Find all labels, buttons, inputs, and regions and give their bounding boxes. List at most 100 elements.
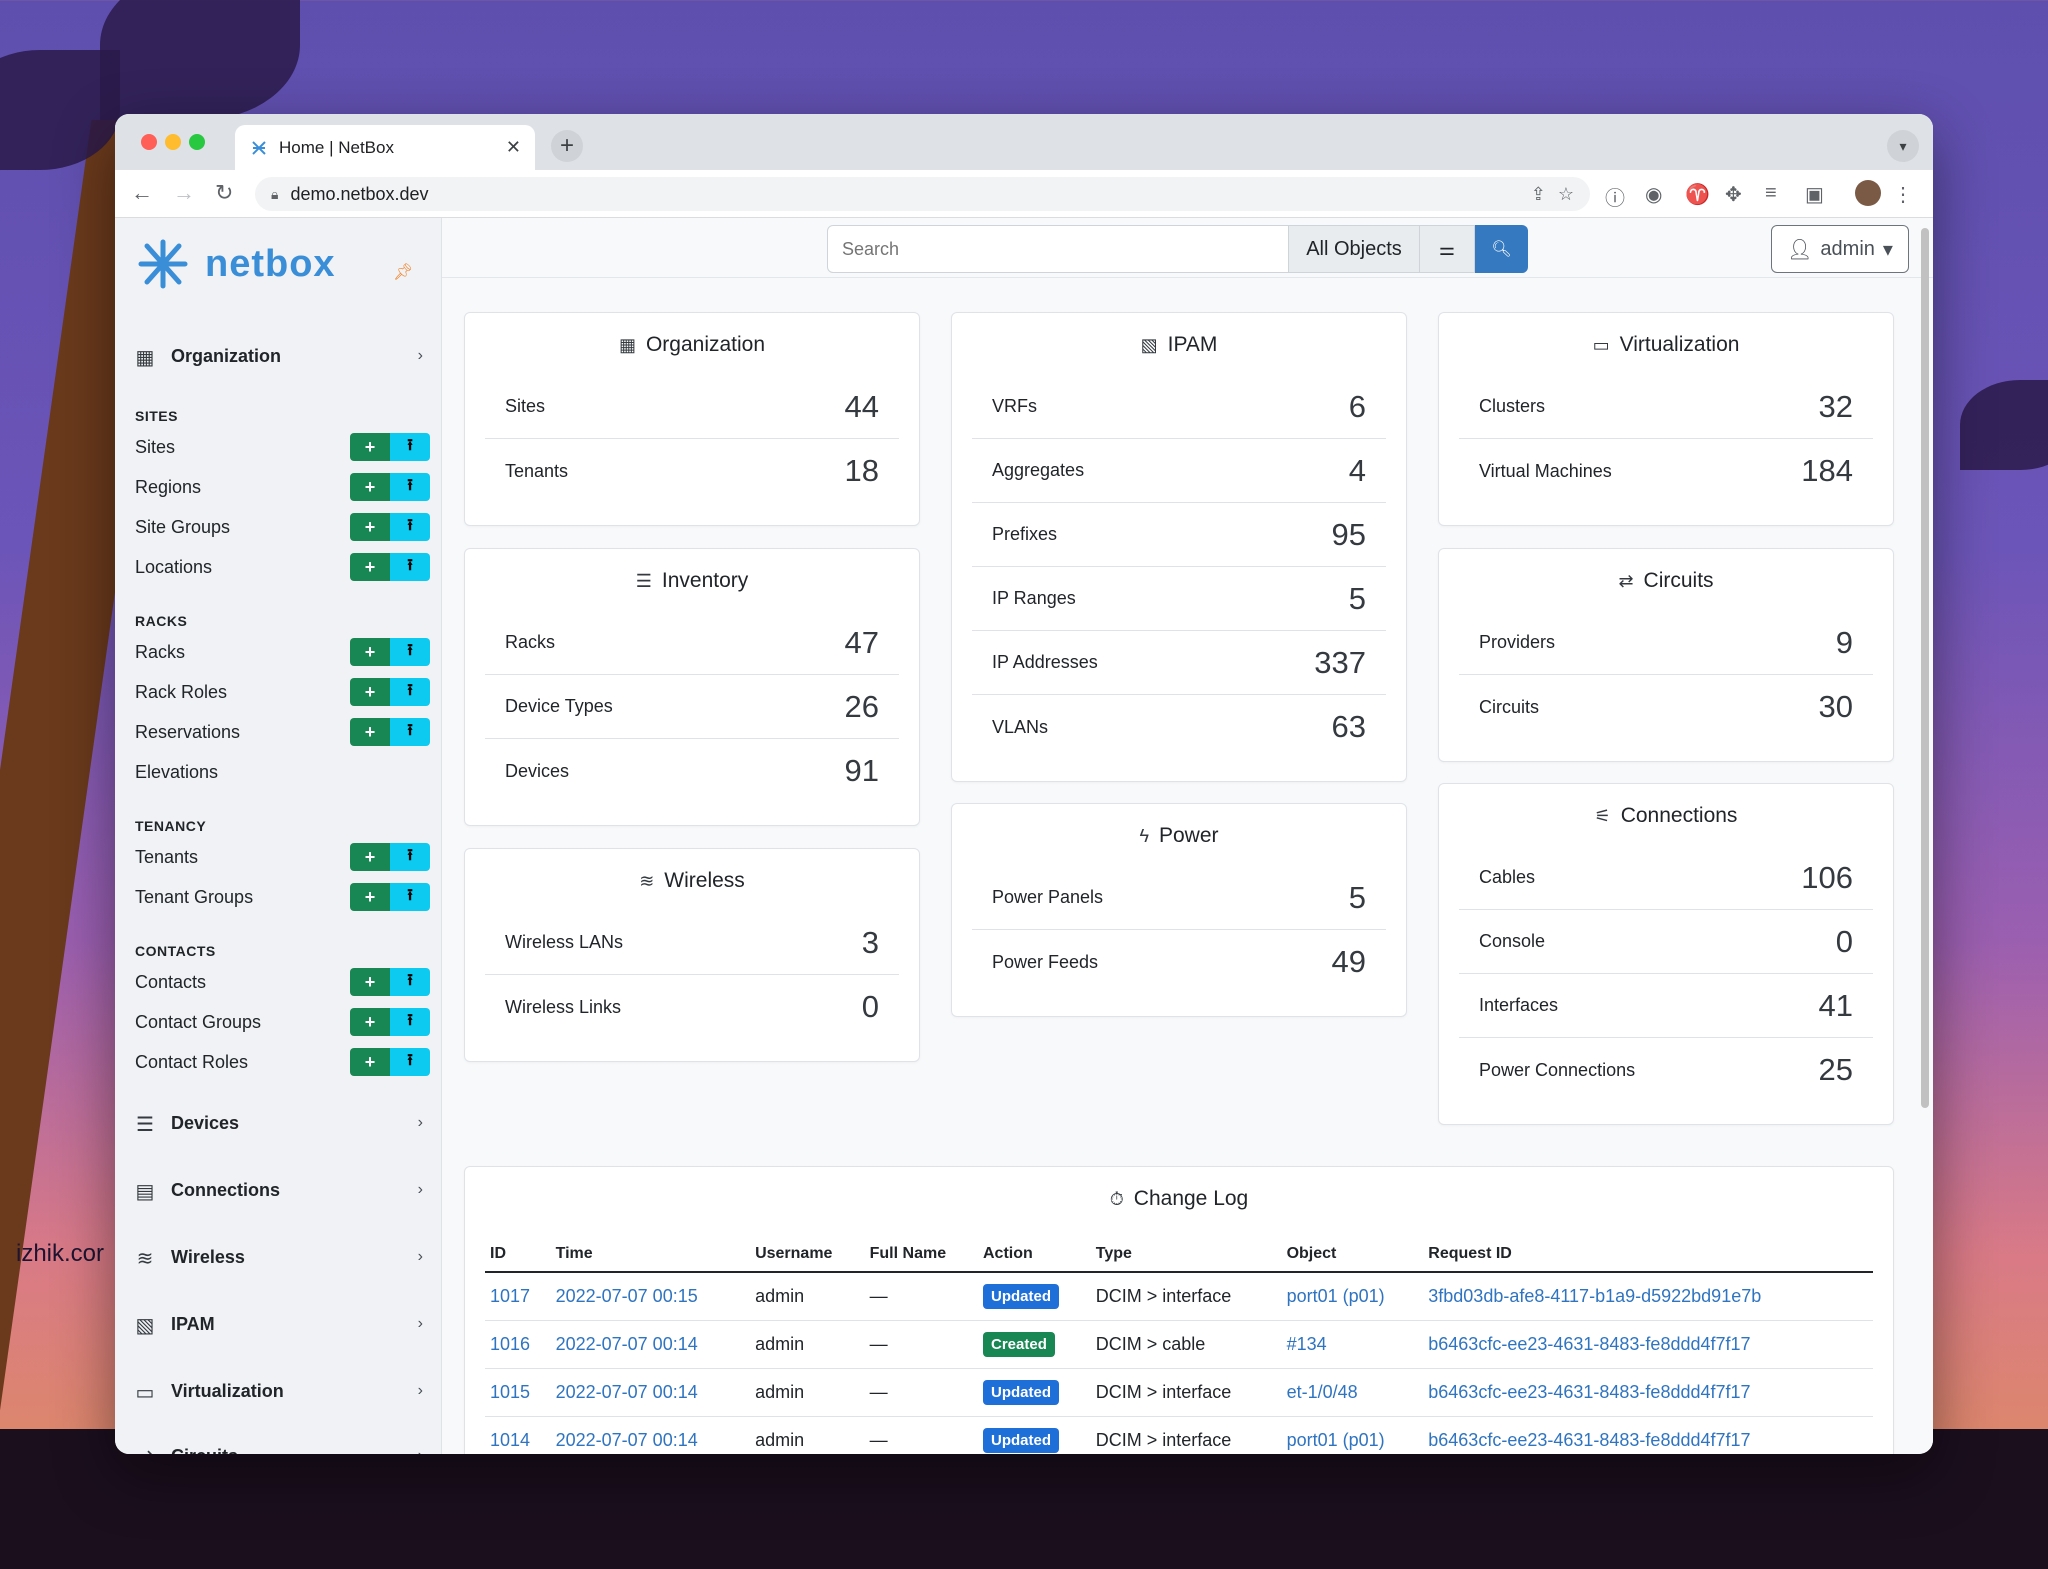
password-manager-extension-icon[interactable]: ⓘ: [1605, 182, 1625, 211]
card-title[interactable]: ϟ Power: [952, 824, 1406, 848]
add-tenant-group-button[interactable]: +: [350, 883, 390, 911]
puzzle-extensions-icon[interactable]: ✥: [1725, 182, 1742, 207]
object-link[interactable]: port01 (p01): [1287, 1286, 1385, 1306]
add-contact-button[interactable]: +: [350, 968, 390, 996]
stat-row[interactable]: Device Types 26: [485, 675, 899, 739]
nav-group-devices[interactable]: ☰ Devices ›: [133, 1103, 423, 1143]
add-region-button[interactable]: +: [350, 473, 390, 501]
side-panel-icon[interactable]: ▣: [1805, 182, 1824, 207]
add-rack-role-button[interactable]: +: [350, 678, 390, 706]
column-header[interactable]: Request ID: [1423, 1237, 1873, 1273]
stat-row[interactable]: Power Connections 25: [1459, 1038, 1873, 1102]
change-time-link[interactable]: 2022-07-07 00:14: [556, 1382, 698, 1402]
import-sites-button[interactable]: ⭱: [390, 433, 430, 461]
card-title[interactable]: ☰ Inventory: [465, 569, 919, 593]
add-contact-group-button[interactable]: +: [350, 1008, 390, 1036]
stat-row[interactable]: Clusters 32: [1459, 375, 1873, 439]
sidebar-item-locations[interactable]: Locations + ⭱: [135, 551, 430, 583]
add-site-button[interactable]: +: [350, 433, 390, 461]
import-rack-roles-button[interactable]: ⭱: [390, 678, 430, 706]
import-locations-button[interactable]: ⭱: [390, 553, 430, 581]
bookmark-star-icon[interactable]: ☆: [1558, 184, 1574, 205]
stat-row[interactable]: Power Panels 5: [972, 866, 1386, 930]
stat-row[interactable]: Power Feeds 49: [972, 930, 1386, 994]
card-title[interactable]: ▭ Virtualization: [1439, 333, 1893, 357]
search-button[interactable]: 🔍︎: [1475, 225, 1528, 273]
back-arrow-icon[interactable]: ←: [131, 180, 153, 206]
card-title[interactable]: ⇄ Circuits: [1439, 569, 1893, 593]
sidebar-item-contact-roles[interactable]: Contact Roles + ⭱: [135, 1046, 430, 1078]
object-link[interactable]: #134: [1287, 1334, 1327, 1354]
card-title[interactable]: ⏱︎ Change Log: [465, 1187, 1893, 1211]
reload-icon[interactable]: ↻: [215, 180, 233, 206]
sidebar-item-contact-groups[interactable]: Contact Groups + ⭱: [135, 1006, 430, 1038]
minimize-window-button[interactable]: [165, 134, 181, 150]
import-racks-button[interactable]: ⭱: [390, 638, 430, 666]
nav-group-virtualization[interactable]: ▭ Virtualization ›: [133, 1371, 423, 1411]
import-contacts-button[interactable]: ⭱: [390, 968, 430, 996]
search-scope-select[interactable]: All Objects: [1289, 225, 1420, 273]
stat-row[interactable]: Cables 106: [1459, 846, 1873, 910]
column-header[interactable]: Action: [978, 1237, 1091, 1273]
stat-row[interactable]: Racks 47: [485, 611, 899, 675]
add-location-button[interactable]: +: [350, 553, 390, 581]
media-control-icon[interactable]: ≡: [1765, 182, 1777, 205]
add-reservation-button[interactable]: +: [350, 718, 390, 746]
stat-row[interactable]: IP Addresses 337: [972, 631, 1386, 695]
filter-icon[interactable]: ⚌: [1420, 225, 1475, 273]
add-site-group-button[interactable]: +: [350, 513, 390, 541]
stat-row[interactable]: Devices 91: [485, 739, 899, 803]
add-rack-button[interactable]: +: [350, 638, 390, 666]
sidebar-item-regions[interactable]: Regions + ⭱: [135, 471, 430, 503]
maximize-window-button[interactable]: [189, 134, 205, 150]
nav-group-wireless[interactable]: ≋ Wireless ›: [133, 1237, 423, 1277]
card-title[interactable]: ▧ IPAM: [952, 333, 1406, 357]
object-link[interactable]: et-1/0/48: [1287, 1382, 1358, 1402]
sidebar-item-reservations[interactable]: Reservations + ⭱: [135, 716, 430, 748]
forward-arrow-icon[interactable]: →: [173, 180, 195, 206]
import-contact-roles-button[interactable]: ⭱: [390, 1048, 430, 1076]
stat-row[interactable]: Tenants 18: [485, 439, 899, 503]
sidebar-item-tenants[interactable]: Tenants + ⭱: [135, 841, 430, 873]
import-contact-groups-button[interactable]: ⭱: [390, 1008, 430, 1036]
close-window-button[interactable]: [141, 134, 157, 150]
stat-row[interactable]: Wireless LANs 3: [485, 911, 899, 975]
extension-icon[interactable]: ◉: [1645, 182, 1662, 207]
sidebar-item-elevations[interactable]: Elevations: [135, 756, 430, 788]
change-time-link[interactable]: 2022-07-07 00:14: [556, 1334, 698, 1354]
column-header[interactable]: Username: [750, 1237, 865, 1273]
stat-row[interactable]: Wireless Links 0: [485, 975, 899, 1039]
nav-group-connections[interactable]: ▤ Connections ›: [133, 1170, 423, 1210]
tab-search-chevron-icon[interactable]: ▾: [1887, 130, 1919, 162]
stat-row[interactable]: Virtual Machines 184: [1459, 439, 1873, 503]
stat-row[interactable]: Prefixes 95: [972, 503, 1386, 567]
card-title[interactable]: ⚟ Connections: [1439, 804, 1893, 828]
column-header[interactable]: Full Name: [864, 1237, 978, 1273]
column-header[interactable]: Time: [550, 1237, 751, 1273]
request-id-link[interactable]: b6463cfc-ee23-4631-8483-fe8ddd4f7f17: [1428, 1334, 1750, 1354]
import-site-groups-button[interactable]: ⭱: [390, 513, 430, 541]
sidebar-item-contacts[interactable]: Contacts + ⭱: [135, 966, 430, 998]
sidebar-item-sites[interactable]: Sites + ⭱: [135, 431, 430, 463]
change-id-link[interactable]: 1015: [490, 1382, 530, 1402]
card-title[interactable]: ≋ Wireless: [465, 869, 919, 893]
search-input[interactable]: [827, 225, 1289, 273]
sidebar-item-racks[interactable]: Racks + ⭱: [135, 636, 430, 668]
stat-row[interactable]: Aggregates 4: [972, 439, 1386, 503]
request-id-link[interactable]: b6463cfc-ee23-4631-8483-fe8ddd4f7f17: [1428, 1382, 1750, 1402]
address-bar[interactable]: 🔒︎ demo.netbox.dev ⇪ ☆: [255, 177, 1590, 211]
card-title[interactable]: ▦ Organization: [465, 333, 919, 357]
vertical-scrollbar[interactable]: [1921, 228, 1929, 1108]
stat-row[interactable]: Interfaces 41: [1459, 974, 1873, 1038]
nav-group-circuits[interactable]: ⇄ Circuits ›: [133, 1436, 423, 1455]
nav-group-ipam[interactable]: ▧ IPAM ›: [133, 1304, 423, 1344]
change-id-link[interactable]: 1014: [490, 1430, 530, 1450]
netbox-logo[interactable]: netbox: [135, 236, 336, 292]
stat-row[interactable]: VLANs 63: [972, 695, 1386, 759]
extension-icon[interactable]: ♈: [1685, 182, 1710, 207]
import-tenant-groups-button[interactable]: ⭱: [390, 883, 430, 911]
stat-row[interactable]: VRFs 6: [972, 375, 1386, 439]
sidebar-item-tenant-groups[interactable]: Tenant Groups + ⭱: [135, 881, 430, 913]
tab-close-icon[interactable]: ✕: [506, 137, 521, 158]
stat-row[interactable]: Circuits 30: [1459, 675, 1873, 739]
